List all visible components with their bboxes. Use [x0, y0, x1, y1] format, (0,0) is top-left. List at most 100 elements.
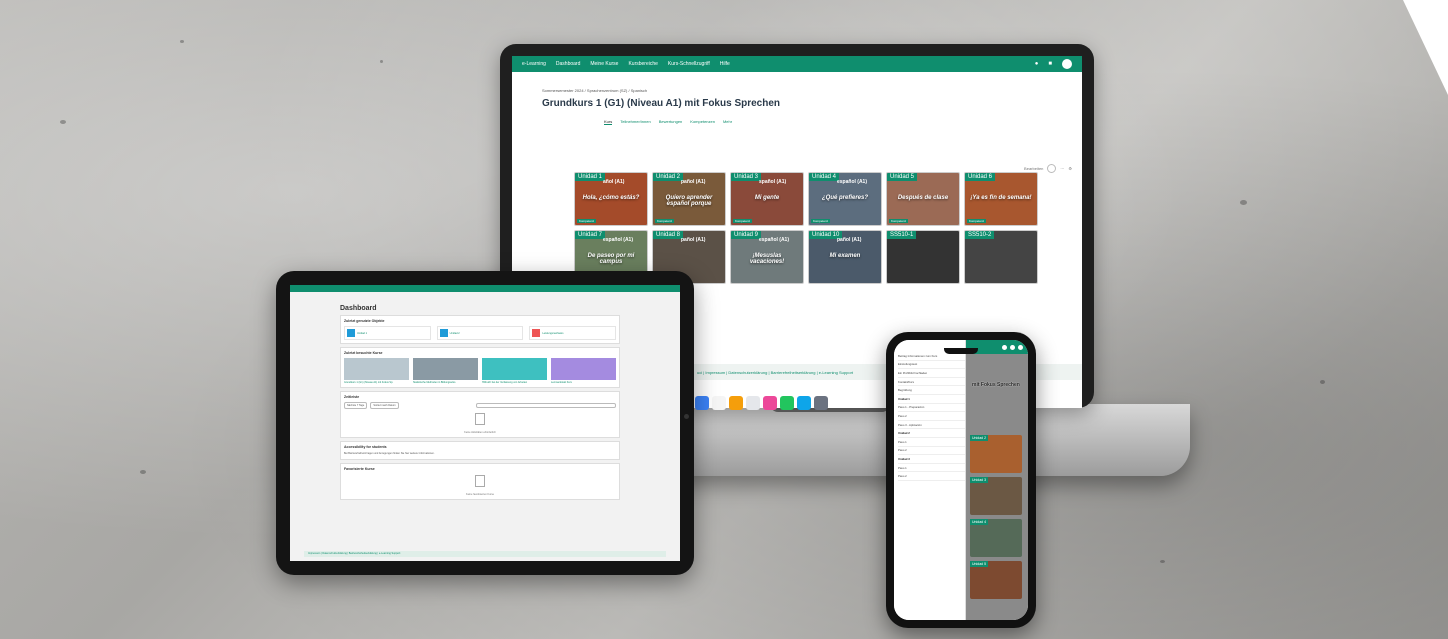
tile-title: Unidad 9: [731, 231, 762, 239]
drawer-item[interactable]: Paso 3 - Aplicación: [898, 421, 965, 430]
drawer-item[interactable]: Paso 2: [898, 412, 965, 421]
tile-subtitle: pañol (A1): [837, 237, 862, 243]
app-icon[interactable]: [780, 396, 794, 410]
top-navbar: [290, 285, 680, 292]
tab-course[interactable]: Kurs: [604, 119, 613, 125]
chat-icon[interactable]: ■: [1048, 61, 1052, 67]
drawer-item[interactable]: Ein Profilbild hochladen: [898, 369, 965, 378]
course-tile[interactable]: Unidad 9 español (A1) ¡Mesuslas vacaciones…: [730, 230, 804, 284]
course-tile[interactable]: Unidad 6 ¡Ya es fin de semana! Kompetenz: [964, 172, 1038, 226]
app-icon[interactable]: [695, 396, 709, 410]
tile-caption: De paseo por mi campus: [587, 253, 635, 265]
course-tabs: Kurs Teilnehmer/innen Bewertungen Kompet…: [604, 119, 1082, 125]
timeline-sort-select[interactable]: Sortiert nach Datum: [370, 402, 399, 409]
nav-my-courses[interactable]: Meine Kurse: [590, 61, 618, 67]
tile-subtitle: español (A1): [603, 237, 634, 243]
footer-links[interactable]: Impressum | Datenschutzerklärung | Barri…: [304, 551, 666, 557]
app-icon[interactable]: [763, 396, 777, 410]
edit-toggle[interactable]: [1047, 164, 1057, 173]
course-tile[interactable]: Unidad 5: [970, 561, 1022, 599]
recent-item[interactable]: Unidad 2: [436, 326, 524, 340]
block-heading: Accessibility for students: [344, 445, 387, 449]
avatar[interactable]: [1062, 59, 1072, 69]
drawer-item[interactable]: Unidad 3: [898, 455, 965, 464]
recent-item[interactable]: Leistungsnachweis: [529, 326, 617, 340]
tile-caption: Quiero aprender español porque: [665, 195, 713, 207]
brand-link[interactable]: e-Learning: [522, 61, 546, 67]
drawer-item[interactable]: Paso 2: [898, 472, 965, 481]
chat-icon[interactable]: [1010, 344, 1015, 350]
recent-items-block: Zuletzt genutzte Objekte Unidad 1 Unidad…: [340, 315, 620, 344]
tile-subtitle: español (A1): [759, 237, 790, 243]
timeline-range-select[interactable]: Nächste 7 Tage: [344, 402, 368, 409]
course-tile[interactable]: SS510-1: [886, 230, 960, 284]
course-tile-grid: Unidad 1 añol (A1) Hola, ¿cómo estás? Kompe…: [574, 172, 1044, 284]
course-tile[interactable]: Unidad 3 spañol (A1) Mi gente Kompetenz: [730, 172, 804, 226]
tile-title: Unidad 1: [575, 173, 606, 181]
tile-title: SS510-1: [887, 231, 917, 239]
course-card[interactable]: Grundkurs 1 (G1) (Niveau A1) mit Fokus S…: [344, 358, 409, 384]
tile-caption: Hola, ¿cómo estás?: [582, 195, 640, 201]
tile-title: SS510-2: [965, 231, 995, 239]
more-icon[interactable]: ⋯: [1060, 166, 1064, 171]
accessibility-block: Accessibility for students Bei Barrieref…: [340, 441, 620, 460]
nav-quick-access[interactable]: Kurs-Schnellzugriff: [668, 61, 710, 67]
drawer-item[interactable]: Kontakt/Kurs: [898, 378, 965, 387]
avatar[interactable]: [1018, 344, 1023, 350]
course-tile[interactable]: Unidad 2 pañol (A1) Quiero aprender españo…: [652, 172, 726, 226]
bell-icon[interactable]: ●: [1035, 61, 1039, 67]
tile-subtitle: añol (A1): [603, 179, 625, 185]
tile-subtitle: pañol (A1): [681, 237, 706, 243]
course-tile[interactable]: Unidad 2: [970, 435, 1022, 473]
phone-main: mit Fokus Sprechen Unidad 2 Unidad 3 Uni…: [966, 340, 1028, 620]
tile-badge: Kompetenz: [655, 219, 675, 223]
drawer-item[interactable]: Unidad 2: [898, 429, 965, 438]
course-tile[interactable]: SS510-2: [964, 230, 1038, 284]
course-tile[interactable]: Unidad 1 añol (A1) Hola, ¿cómo estás? Kompe…: [574, 172, 648, 226]
camera: [684, 414, 689, 419]
app-icon[interactable]: [746, 396, 760, 410]
tablet: Dashboard Zuletzt genutzte Objekte Unida…: [276, 271, 694, 575]
tab-grades[interactable]: Bewertungen: [659, 119, 683, 125]
drawer-item[interactable]: Paso 1: [898, 438, 965, 447]
settings-icon[interactable]: ⚙: [1068, 166, 1072, 171]
tile-caption: ¿Qué prefieres?: [821, 195, 868, 201]
phone: Beitrag Informationen zum Kurs Einstufung…: [886, 332, 1036, 628]
tab-competencies[interactable]: Kompetenzen: [690, 119, 715, 125]
course-card[interactable]: Lernwerkstatt Kurs: [551, 358, 616, 384]
course-tile[interactable]: Unidad 4: [970, 519, 1022, 557]
breadcrumb[interactable]: Sommersemester 2024 / Sprachenzentrum (S…: [542, 88, 1082, 93]
course-tile[interactable]: Unidad 4 español (A1) ¿Qué prefieres? Kompe…: [808, 172, 882, 226]
tab-participants[interactable]: Teilnehmer/innen: [620, 119, 650, 125]
drawer-item[interactable]: Einstufungstest: [898, 361, 965, 370]
app-icon[interactable]: [797, 396, 811, 410]
nav-dashboard[interactable]: Dashboard: [556, 61, 580, 67]
course-card[interactable]: Hilfreich bei der Verfassung von Arbeite…: [482, 358, 547, 384]
course-card[interactable]: Statistische Methoden in Bildungswiss.: [413, 358, 478, 384]
app-icon[interactable]: [712, 396, 726, 410]
macos-dock: [695, 396, 828, 410]
search-input[interactable]: [476, 403, 616, 408]
tile-badge: Kompetenz: [733, 219, 753, 223]
drawer-item[interactable]: Paso 1 - Preparación: [898, 404, 965, 413]
tile-badge: Kompetenz: [967, 219, 987, 223]
block-heading: Zeitleiste: [344, 395, 360, 399]
nav-help[interactable]: Hilfe: [720, 61, 730, 67]
app-icon[interactable]: [729, 396, 743, 410]
recent-item[interactable]: Unidad 1: [344, 326, 431, 340]
drawer-item[interactable]: Paso 2: [898, 447, 965, 456]
timeline-block: Zeitleiste Nächste 7 Tage Sortiert nach …: [340, 391, 620, 438]
tile-title: Unidad 5: [887, 173, 918, 181]
drawer-item[interactable]: Unidad 1: [898, 395, 965, 404]
app-icon[interactable]: [814, 396, 828, 410]
course-tile[interactable]: Unidad 5 Después de clase Kompetenz: [886, 172, 960, 226]
block-heading: Zuletzt besuchte Kurse: [344, 351, 383, 355]
drawer-item[interactable]: Begrüßung: [898, 386, 965, 395]
nav-course-areas[interactable]: Kursbereiche: [628, 61, 657, 67]
tab-more[interactable]: Mehr: [723, 119, 732, 125]
course-tile[interactable]: Unidad 10 pañol (A1) Mi examen: [808, 230, 882, 284]
drawer-item[interactable]: Paso 1: [898, 464, 965, 473]
h5p-icon: [439, 329, 448, 337]
bell-icon[interactable]: [1002, 344, 1007, 350]
course-tile[interactable]: Unidad 3: [970, 477, 1022, 515]
